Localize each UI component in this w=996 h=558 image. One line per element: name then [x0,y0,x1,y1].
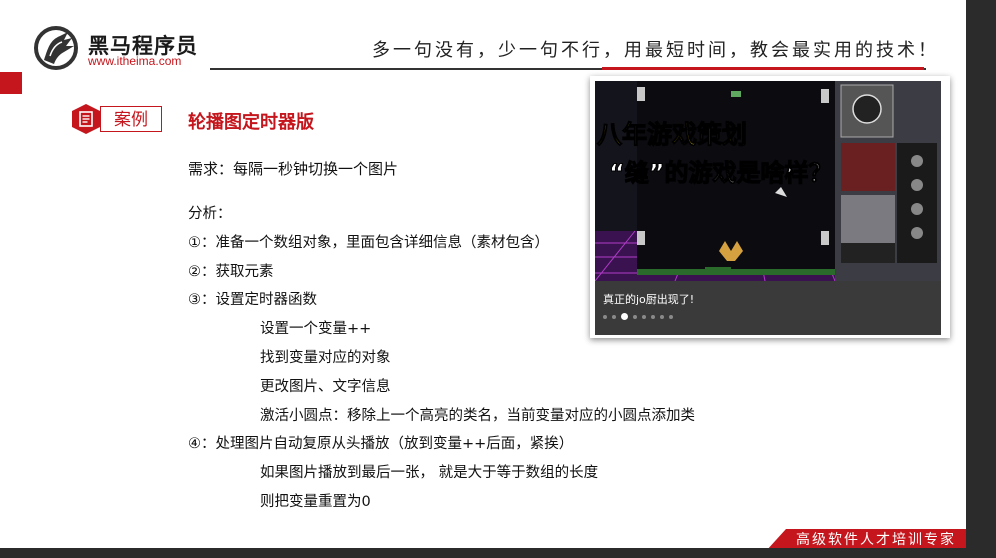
logo-url[interactable]: www.itheima.com [88,54,181,68]
analysis-label: 分析： [188,206,232,222]
case-document-icon [72,104,100,134]
carousel-image-title-1: 八年游戏策划 [597,120,747,149]
slide: 黑马程序员 www.itheima.com 多一句没有，少一句不行，用最短时间，… [0,0,966,548]
step-3-d: 激活小圆点：移除上一个高亮的类名，当前变量对应的小圆点添加类 [260,408,695,424]
indicator-dot-active[interactable] [621,313,628,320]
step-3-b: 找到变量对应的对象 [260,350,391,366]
footer-tag: 高级软件人才培训专家 [786,529,966,548]
step-4: ④：处理图片自动复原从头播放（放到变量++后面，紧挨） [188,436,574,452]
step-2: ②：获取元素 [188,264,274,280]
step-3: ③：设置定时器函数 [188,292,317,308]
left-red-accent [0,72,22,94]
case-title: 轮播图定时器版 [188,112,314,133]
footer-tag-corner [766,529,786,548]
carousel-image[interactable]: 八年游戏策划 “缝”的游戏是啥样？ [595,81,941,281]
step-3-a: 设置一个变量++ [260,321,372,337]
slogan: 多一句没有，少一句不行，用最短时间，教会最实用的技术！ [372,40,939,61]
step-4-b: 则把变量重置为0 [260,494,371,510]
case-badge-label: 案例 [100,106,162,132]
indicator-dot[interactable] [633,314,637,319]
horse-logo-icon [34,26,78,70]
carousel-preview: 八年游戏策划 “缝”的游戏是啥样？ 真正的jo厨出现了! [590,76,950,338]
step-1: ①：准备一个数组对象，里面包含详细信息（素材包含） [188,235,549,251]
indicator-dot[interactable] [642,314,646,319]
indicator-dot[interactable] [651,314,655,319]
requirement-text: 需求：每隔一秒钟切换一个图片 [188,160,399,178]
indicator-dot[interactable] [612,314,616,319]
carousel-image-title-2: “缝”的游戏是啥样？ [609,159,833,187]
indicator-dot[interactable] [603,314,607,319]
indicator-dot[interactable] [669,314,673,319]
indicator-dot[interactable] [660,314,664,319]
carousel-caption-bar: 真正的jo厨出现了! [595,281,941,335]
carousel-caption: 真正的jo厨出现了! [603,293,695,306]
header-red-accent [602,67,924,70]
carousel: 八年游戏策划 “缝”的游戏是啥样？ 真正的jo厨出现了! [595,81,941,335]
step-3-c: 更改图片、文字信息 [260,379,391,395]
carousel-indicators [603,313,673,320]
step-4-a: 如果图片播放到最后一张， 就是大于等于数组的长度 [260,465,599,481]
